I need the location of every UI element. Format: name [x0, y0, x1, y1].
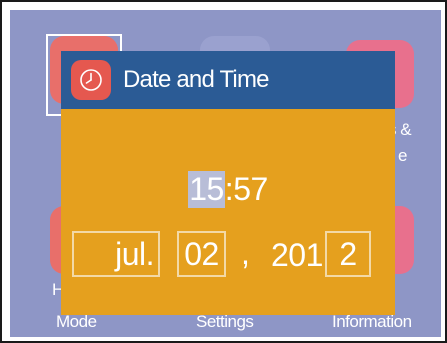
time-separator: : [224, 171, 234, 207]
month-field[interactable]: jul. [72, 231, 160, 277]
time-display: 15:57 [61, 171, 395, 208]
year-digit-field[interactable]: 2 [325, 231, 371, 277]
app-label: Information [332, 312, 412, 331]
app-label: Settings [196, 312, 254, 331]
home-screen: ss & e H m Mode Settings Information Dat… [10, 10, 441, 337]
day-field[interactable]: 02 [177, 231, 226, 277]
clock-icon [71, 60, 111, 100]
dialog-title: Date and Time [123, 66, 269, 93]
device-frame: ss & e H m Mode Settings Information Dat… [0, 0, 447, 343]
hour-field[interactable]: 15 [188, 171, 225, 208]
year-prefix: 201 [271, 237, 323, 273]
minute-field[interactable]: 57 [233, 171, 268, 207]
date-time-dialog: Date and Time 15:57 jul. 02 , 201 2 [61, 51, 395, 315]
date-separator: , [241, 235, 250, 271]
app-label: Mode [56, 312, 97, 331]
app-label: e [398, 146, 407, 165]
dialog-header: Date and Time [61, 51, 395, 109]
